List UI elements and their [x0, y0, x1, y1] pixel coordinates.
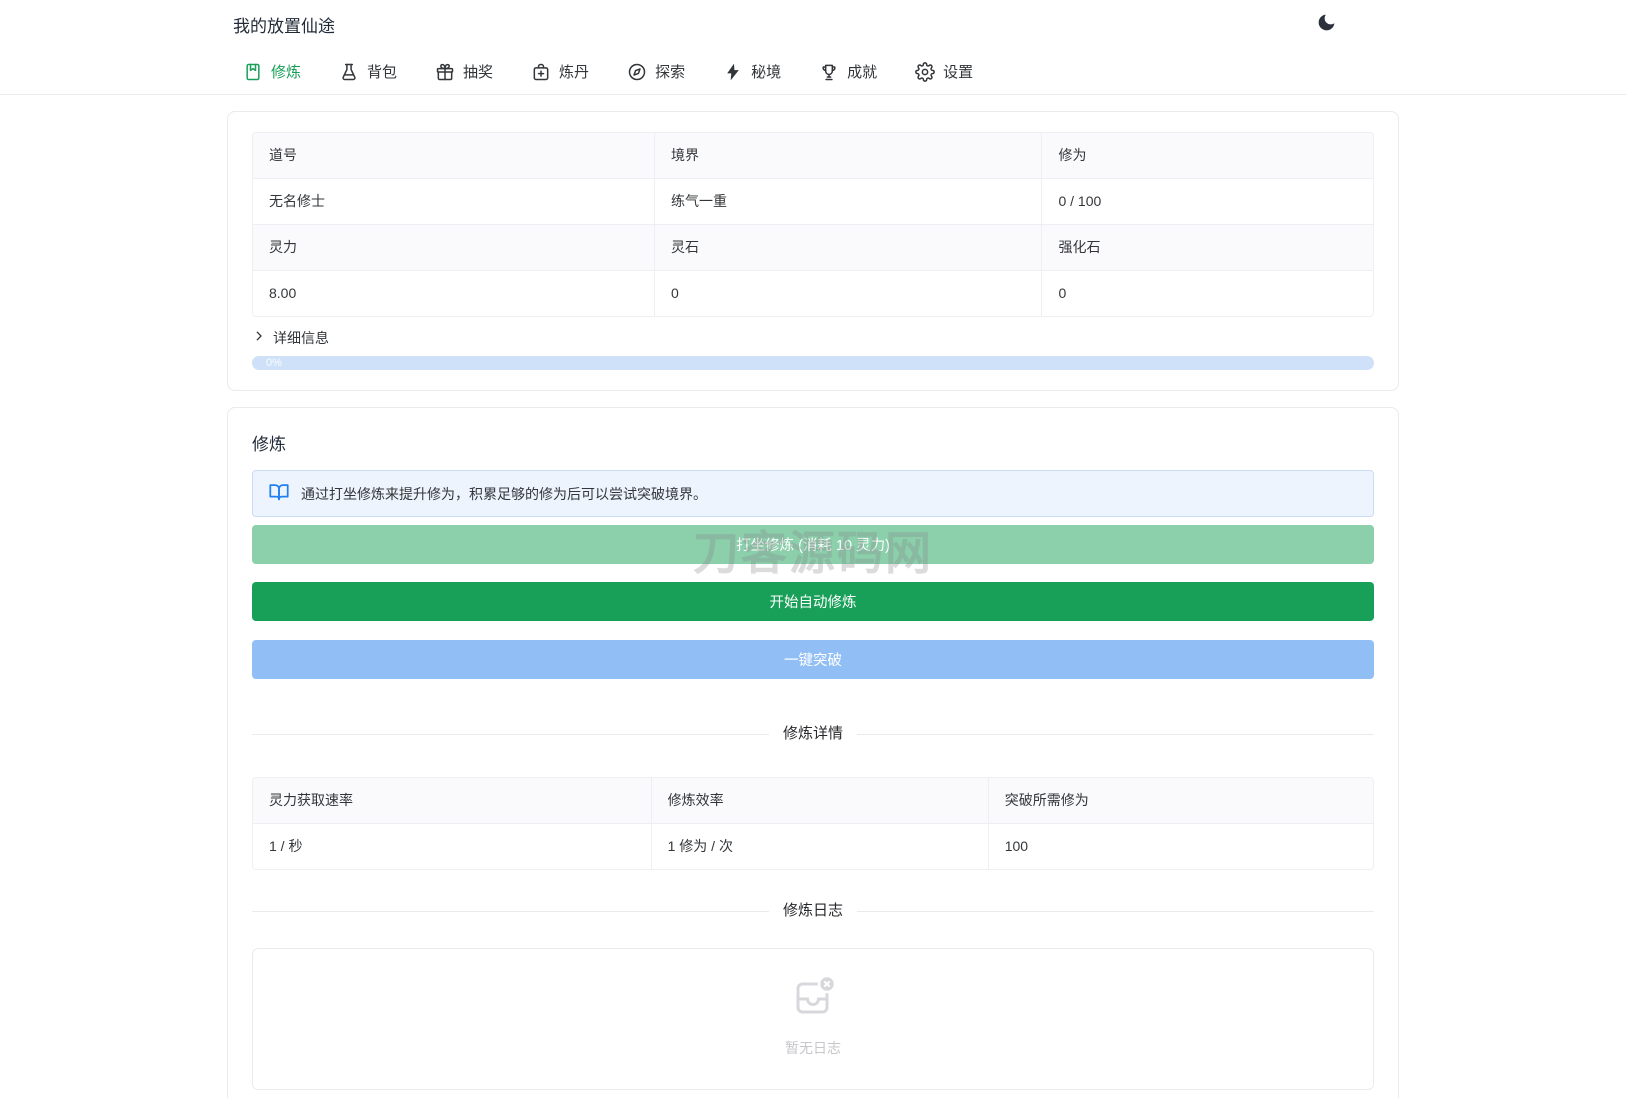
tab-settings[interactable]: 设置 — [915, 61, 973, 82]
tab-label: 抽奖 — [463, 64, 494, 81]
table-row: 8.00 0 0 — [253, 270, 1373, 316]
table-cell: 0 — [653, 271, 1042, 316]
tab-label: 探索 — [655, 64, 686, 81]
log-divider-label: 修炼日志 — [783, 902, 844, 919]
cultivation-info-alert: 通过打坐修炼来提升修为，积累足够的修为后可以尝试突破境界。 — [252, 470, 1374, 517]
meditate-button[interactable]: 打坐修炼 (消耗 10 灵力) — [252, 525, 1374, 564]
table-cell: 8.00 — [269, 285, 297, 301]
table-header-cell: 修炼效率 — [650, 778, 988, 823]
gift-icon — [435, 62, 455, 82]
table-row: 灵力获取速率 修炼效率 突破所需修为 — [253, 778, 1373, 823]
table-header-cell: 突破所需修为 — [987, 778, 1373, 823]
tab-backpack[interactable]: 背包 — [339, 61, 397, 82]
book-icon — [243, 62, 263, 82]
tab-label: 设置 — [943, 64, 974, 81]
table-row: 道号 境界 修为 — [253, 133, 1373, 178]
table-cell: 0 / 100 — [1041, 179, 1373, 224]
trophy-icon — [819, 62, 839, 82]
progress-percent-label: 0% — [266, 357, 282, 369]
page-title: 我的放置仙途 — [233, 16, 335, 36]
cultivation-card: 修炼 通过打坐修炼来提升修为，积累足够的修为后可以尝试突破境界。 打坐修炼 (消… — [227, 407, 1399, 1098]
stats-card: 道号 境界 修为 无名修士 练气一重 0 / 100 灵力 灵石 强化石 8.0… — [227, 111, 1399, 391]
nav-bar: 修炼 背包 抽奖 炼丹 探索 秘境 成就 设置 — [0, 48, 1626, 95]
table-cell: 1 / 秒 — [269, 838, 303, 854]
table-cell: 练气一重 — [653, 179, 1042, 224]
empty-inbox-icon — [789, 973, 837, 1024]
info-alert-text: 通过打坐修炼来提升修为，积累足够的修为后可以尝试突破境界。 — [301, 485, 707, 502]
tab-achievements[interactable]: 成就 — [819, 61, 877, 82]
section-title: 修炼 — [252, 435, 286, 454]
table-row: 无名修士 练气一重 0 / 100 — [253, 178, 1373, 224]
bolt-icon — [723, 62, 743, 82]
tab-label: 炼丹 — [559, 64, 590, 81]
table-cell: 100 — [987, 824, 1373, 869]
empty-state-text: 暂无日志 — [785, 1040, 841, 1056]
table-row: 1 / 秒 1 修为 / 次 100 — [253, 823, 1373, 869]
tab-lottery[interactable]: 抽奖 — [435, 61, 493, 82]
flask-icon — [339, 62, 359, 82]
open-book-icon — [268, 481, 290, 506]
theme-toggle-button[interactable] — [1316, 12, 1337, 36]
moon-icon — [1316, 12, 1337, 36]
tab-cultivation[interactable]: 修炼 — [243, 61, 301, 82]
log-divider: 修炼日志 — [252, 900, 1374, 922]
table-header-cell: 道号 — [269, 147, 297, 163]
app-header: 我的放置仙途 — [0, 0, 1626, 48]
cultivation-details-table: 灵力获取速率 修炼效率 突破所需修为 1 / 秒 1 修为 / 次 100 — [252, 777, 1374, 870]
table-header-cell: 修为 — [1041, 133, 1373, 178]
details-expander[interactable]: 详细信息 — [252, 327, 362, 348]
details-divider: 修炼详情 — [252, 723, 1374, 745]
details-expander-label: 详细信息 — [273, 329, 329, 346]
medkit-icon — [531, 62, 551, 82]
tab-explore[interactable]: 探索 — [627, 61, 685, 82]
table-header-cell: 境界 — [653, 133, 1042, 178]
tab-label: 成就 — [847, 64, 878, 81]
table-row: 灵力 灵石 强化石 — [253, 224, 1373, 270]
gear-icon — [915, 61, 935, 82]
details-divider-label: 修炼详情 — [783, 725, 844, 742]
table-header-cell: 灵力获取速率 — [269, 792, 353, 808]
table-header-cell: 强化石 — [1041, 225, 1373, 270]
breakthrough-button[interactable]: 一键突破 — [252, 640, 1374, 679]
cultivation-progress-bar: 0% — [252, 356, 1374, 370]
tab-label: 修炼 — [271, 64, 302, 81]
stats-table: 道号 境界 修为 无名修士 练气一重 0 / 100 灵力 灵石 强化石 8.0… — [252, 132, 1374, 317]
tab-secret-realm[interactable]: 秘境 — [723, 61, 781, 82]
auto-cultivate-button[interactable]: 开始自动修炼 — [252, 582, 1374, 621]
tab-label: 背包 — [367, 64, 398, 81]
table-cell: 0 — [1041, 271, 1373, 316]
table-cell: 1 修为 / 次 — [650, 824, 988, 869]
tab-alchemy[interactable]: 炼丹 — [531, 61, 589, 82]
log-empty-state: 暂无日志 — [252, 948, 1374, 1090]
chevron-right-icon — [252, 329, 266, 346]
tab-label: 秘境 — [751, 64, 782, 81]
table-cell: 无名修士 — [269, 193, 325, 209]
compass-icon — [627, 62, 647, 82]
table-header-cell: 灵石 — [653, 225, 1042, 270]
table-header-cell: 灵力 — [269, 239, 297, 255]
